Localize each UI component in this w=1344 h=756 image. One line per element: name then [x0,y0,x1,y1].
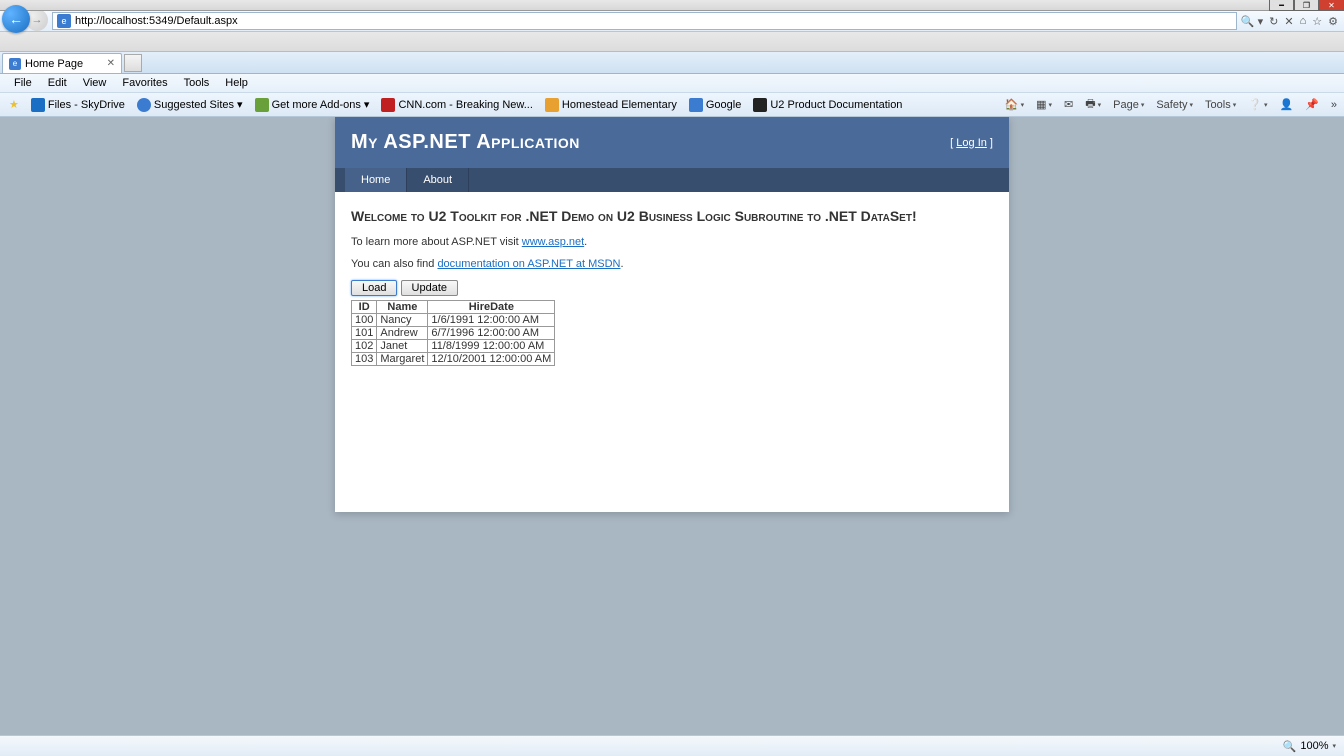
cell-hire: 11/8/1999 12:00:00 AM [428,340,555,353]
nav-about[interactable]: About [407,168,469,192]
zoom-icon: 🔍 [1283,740,1297,753]
cell-id: 100 [352,314,377,327]
cmd-user-icon[interactable]: 👤 [1276,98,1296,111]
nav-home[interactable]: Home [345,168,407,192]
login-box: [ Log In ] [950,137,993,149]
zoom-dropdown-icon[interactable]: ▾ [1332,742,1336,750]
table-row: 100Nancy1/6/1991 12:00:00 AM [352,314,555,327]
cell-name: Nancy [377,314,428,327]
window-title-bar: ━ ❐ ✕ [0,0,1344,11]
page-viewport: My ASP.NET Application [ Log In ] Home A… [0,117,1344,735]
url-text: http://localhost:5349/Default.aspx [75,15,238,27]
cmd-more-icon[interactable]: » [1328,99,1340,111]
tab-close-icon[interactable]: ✕ [107,58,115,69]
fav-suggested[interactable]: Suggested Sites ▾ [132,96,248,114]
fav-google[interactable]: Google [684,96,746,114]
menu-edit[interactable]: Edit [40,75,75,91]
settings-gear-icon[interactable]: ⚙ [1328,15,1338,28]
tab-bar: e Home Page ✕ [0,52,1344,74]
fav-u2[interactable]: U2 Product Documentation [748,96,907,114]
window-maximize-button[interactable]: ❐ [1294,0,1319,11]
address-bar[interactable]: e http://localhost:5349/Default.aspx [52,12,1237,30]
login-link[interactable]: Log In [956,137,987,149]
col-name: Name [377,301,428,314]
table-row: 103Margaret12/10/2001 12:00:00 AM [352,353,555,366]
tab-title: Home Page [25,58,83,70]
cmd-mail-icon[interactable]: ✉ [1061,98,1076,111]
load-button[interactable]: Load [351,280,397,296]
menu-help[interactable]: Help [217,75,256,91]
update-button[interactable]: Update [401,280,458,296]
cmd-feeds-icon[interactable]: ▦▾ [1033,98,1055,111]
browser-tab[interactable]: e Home Page ✕ [2,53,122,73]
cell-id: 101 [352,327,377,340]
stop-icon[interactable]: ✕ [1284,15,1293,28]
menu-file[interactable]: File [6,75,40,91]
favorites-star-icon[interactable]: ☆ [1312,15,1322,28]
new-tab-button[interactable] [124,54,142,72]
cell-name: Janet [377,340,428,353]
favorites-add-icon[interactable]: ★ [4,96,24,113]
cell-hire: 1/6/1991 12:00:00 AM [428,314,555,327]
menu-tools[interactable]: Tools [176,75,218,91]
col-id: ID [352,301,377,314]
window-close-button[interactable]: ✕ [1319,0,1344,11]
status-bar: 🔍 100% ▾ [0,735,1344,756]
cmd-help-icon[interactable]: ❔▾ [1245,98,1270,111]
table-header-row: ID Name HireDate [352,301,555,314]
aspnet-link[interactable]: www.asp.net [522,236,584,248]
fav-cnn[interactable]: CNN.com - Breaking New... [376,96,537,114]
cell-hire: 12/10/2001 12:00:00 AM [428,353,555,366]
cmd-tools[interactable]: Tools▾ [1202,99,1239,111]
fav-skydrive[interactable]: Files - SkyDrive [26,96,130,114]
favorites-bar: ★ Files - SkyDrive Suggested Sites ▾ Get… [0,93,1344,117]
ie-page-icon: e [57,14,71,28]
cmd-pin-icon[interactable]: 📌 [1302,98,1322,111]
cell-hire: 6/7/1996 12:00:00 AM [428,327,555,340]
table-row: 102Janet11/8/1999 12:00:00 AM [352,340,555,353]
cmd-print-icon[interactable]: 🖶▾ [1082,95,1104,114]
zoom-value: 100% [1300,740,1328,752]
app-title: My ASP.NET Application [351,131,580,154]
learn-line: To learn more about ASP.NET visit www.as… [351,236,993,248]
address-bar-row: ← → e http://localhost:5349/Default.aspx… [0,11,1344,32]
zoom-control[interactable]: 🔍 100% ▾ [1283,740,1336,753]
menu-bar: File Edit View Favorites Tools Help [0,74,1344,93]
address-bar-tools: 🔍 ▾ ↻ ✕ ⌂ ☆ ⚙ [1241,15,1338,28]
cmd-home-icon[interactable]: 🏠▾ [1002,98,1027,111]
fav-addons[interactable]: Get more Add-ons ▾ [250,96,375,114]
fav-homestead[interactable]: Homestead Elementary [540,96,682,114]
cell-id: 103 [352,353,377,366]
page-content: Welcome to U2 Toolkit for .NET Demo on U… [335,192,1009,512]
msdn-link[interactable]: documentation on ASP.NET at MSDN [437,258,620,270]
page-header: My ASP.NET Application [ Log In ] [335,117,1009,168]
data-table: ID Name HireDate 100Nancy1/6/1991 12:00:… [351,300,555,366]
page-heading: Welcome to U2 Toolkit for .NET Demo on U… [351,208,993,224]
refresh-icon[interactable]: ↻ [1269,15,1278,28]
menu-view[interactable]: View [75,75,115,91]
window-minimize-button[interactable]: ━ [1269,0,1294,11]
back-button[interactable]: ← [2,5,30,33]
cell-name: Andrew [377,327,428,340]
home-icon[interactable]: ⌂ [1300,15,1307,27]
doc-line: You can also find documentation on ASP.N… [351,258,993,270]
action-buttons: Load Update [351,280,993,296]
page-container: My ASP.NET Application [ Log In ] Home A… [335,117,1009,512]
cell-name: Margaret [377,353,428,366]
cmd-page[interactable]: Page▾ [1110,99,1147,111]
menu-favorites[interactable]: Favorites [114,75,175,91]
table-row: 101Andrew6/7/1996 12:00:00 AM [352,327,555,340]
external-toolbar [0,32,1344,52]
cell-id: 102 [352,340,377,353]
col-hiredate: HireDate [428,301,555,314]
cmd-safety[interactable]: Safety▾ [1153,99,1196,111]
search-icon[interactable]: 🔍 ▾ [1241,15,1263,28]
page-nav: Home About [335,168,1009,192]
tab-favicon-icon: e [9,58,21,70]
